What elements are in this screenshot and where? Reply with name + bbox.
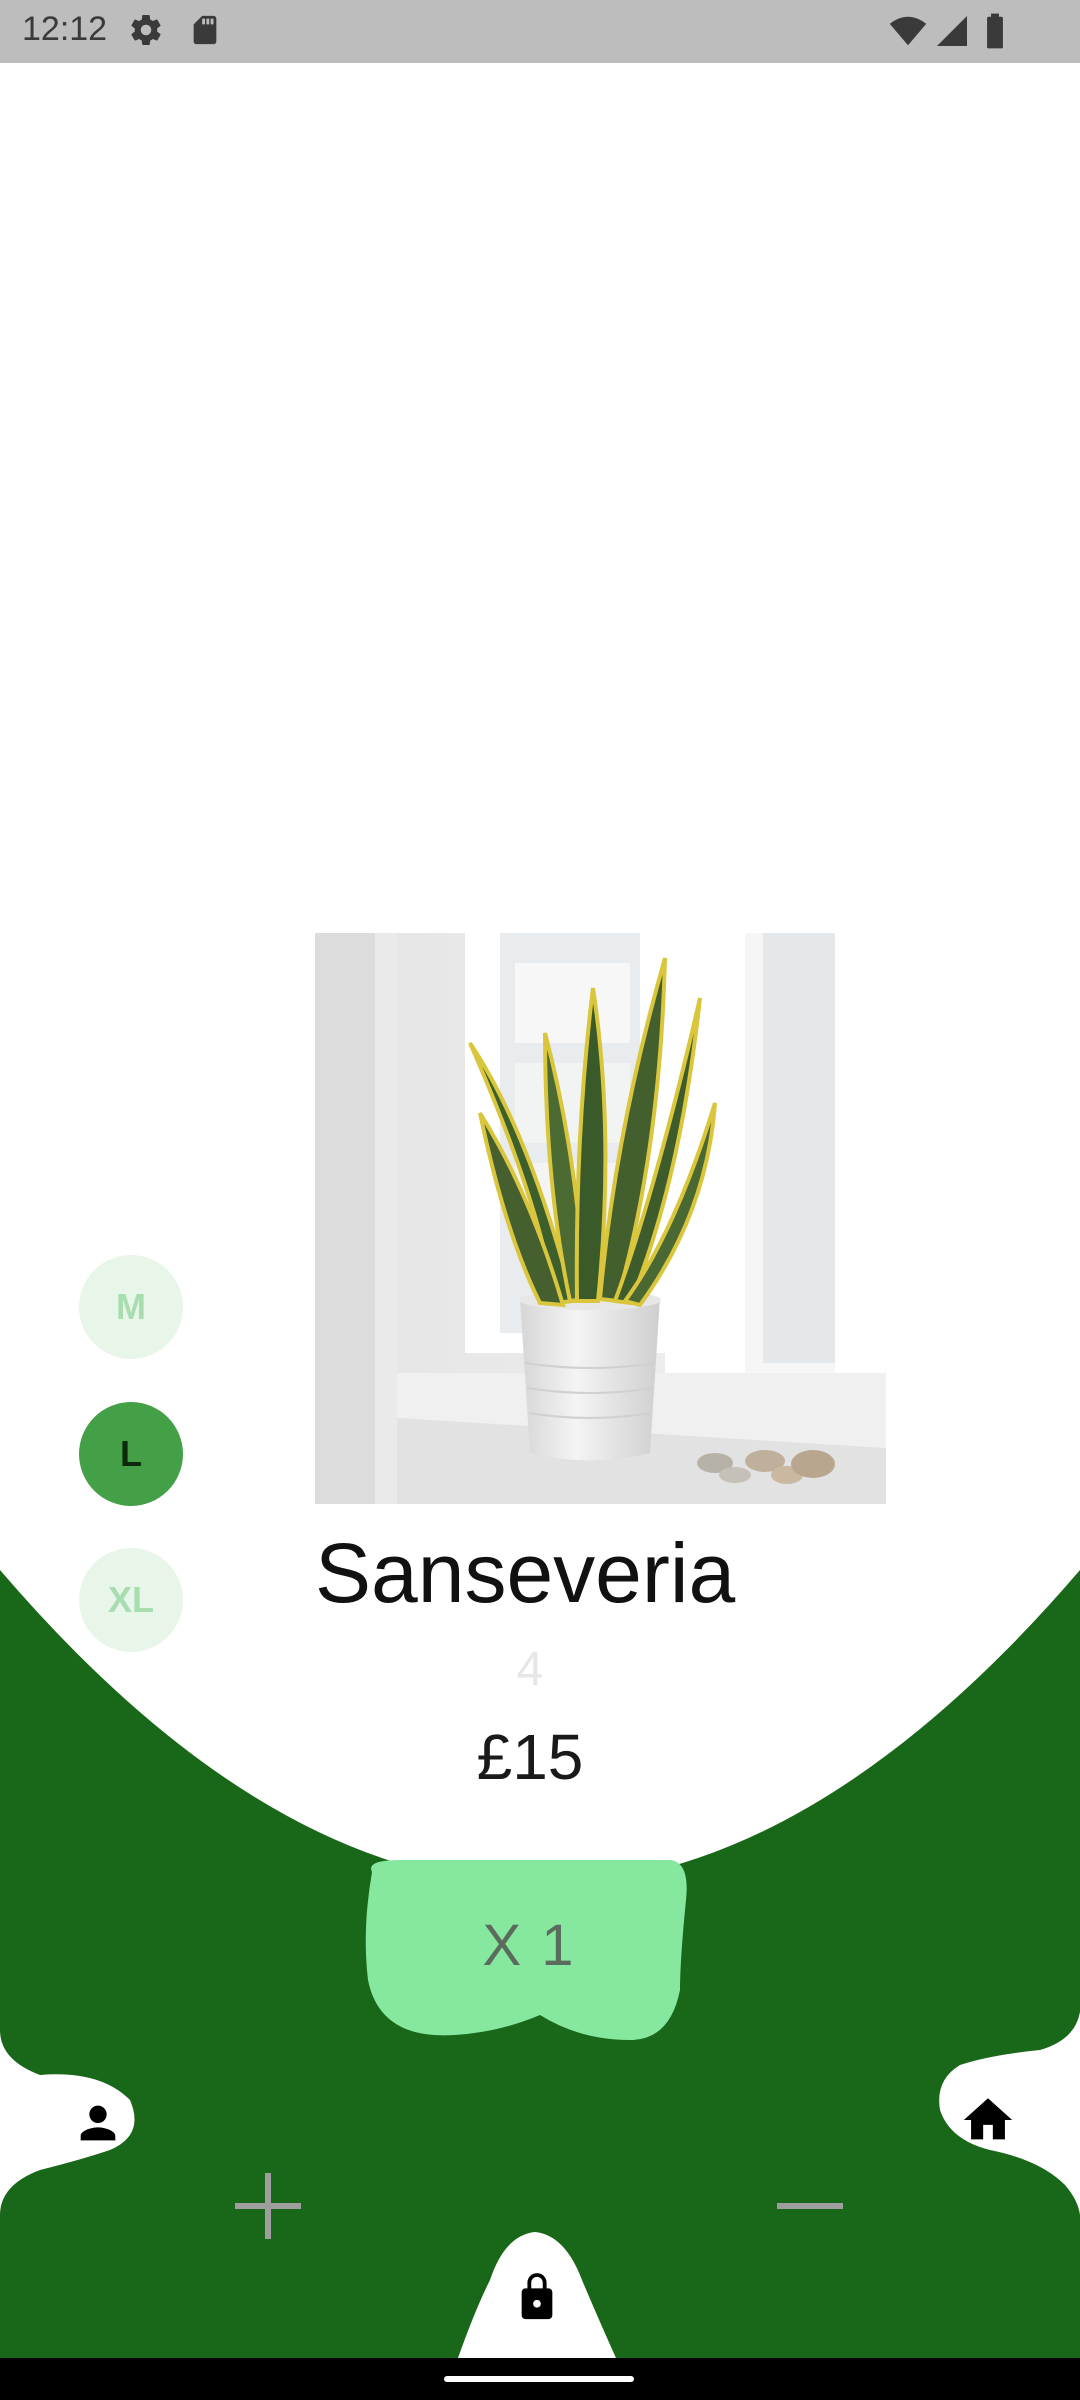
status-bar: 12:12 <box>0 0 1080 63</box>
increase-quantity-button[interactable] <box>228 2166 308 2246</box>
settings-icon <box>131 15 161 46</box>
stock-count: 4 <box>516 1643 544 1696</box>
product-image <box>315 933 886 1504</box>
person-icon <box>80 2105 116 2141</box>
cellular-signal-icon <box>937 16 967 46</box>
home-icon <box>963 2098 1013 2140</box>
size-option-m[interactable]: M <box>79 1255 183 1359</box>
product-screen: 12:12 M L XL Sanseveria 4 £15 X 1 <box>0 0 1080 2400</box>
size-label-m: M <box>116 1286 146 1327</box>
home-gesture-handle[interactable] <box>444 2376 634 2382</box>
plus-icon <box>235 2173 301 2239</box>
size-label-l: L <box>120 1433 142 1474</box>
minus-icon <box>777 2203 843 2209</box>
decrease-quantity-button[interactable] <box>770 2166 850 2246</box>
quantity-label: X 1 <box>482 1913 576 1978</box>
size-label-xl: XL <box>107 1579 154 1620</box>
sd-card-icon <box>193 15 217 45</box>
size-option-l[interactable]: L <box>79 1402 183 1506</box>
snake-plant-photo <box>315 933 886 1504</box>
status-time: 12:12 <box>22 10 108 48</box>
lock-icon <box>521 2273 553 2320</box>
home-button[interactable] <box>948 2080 1028 2160</box>
product-name: Sanseveria <box>315 1526 736 1620</box>
product-price: £15 <box>476 1721 584 1793</box>
checkout-lock-button[interactable] <box>502 2258 572 2338</box>
size-option-xl[interactable]: XL <box>79 1548 183 1652</box>
profile-button[interactable] <box>58 2083 138 2163</box>
wifi-icon <box>889 16 927 46</box>
battery-icon <box>987 13 1003 49</box>
